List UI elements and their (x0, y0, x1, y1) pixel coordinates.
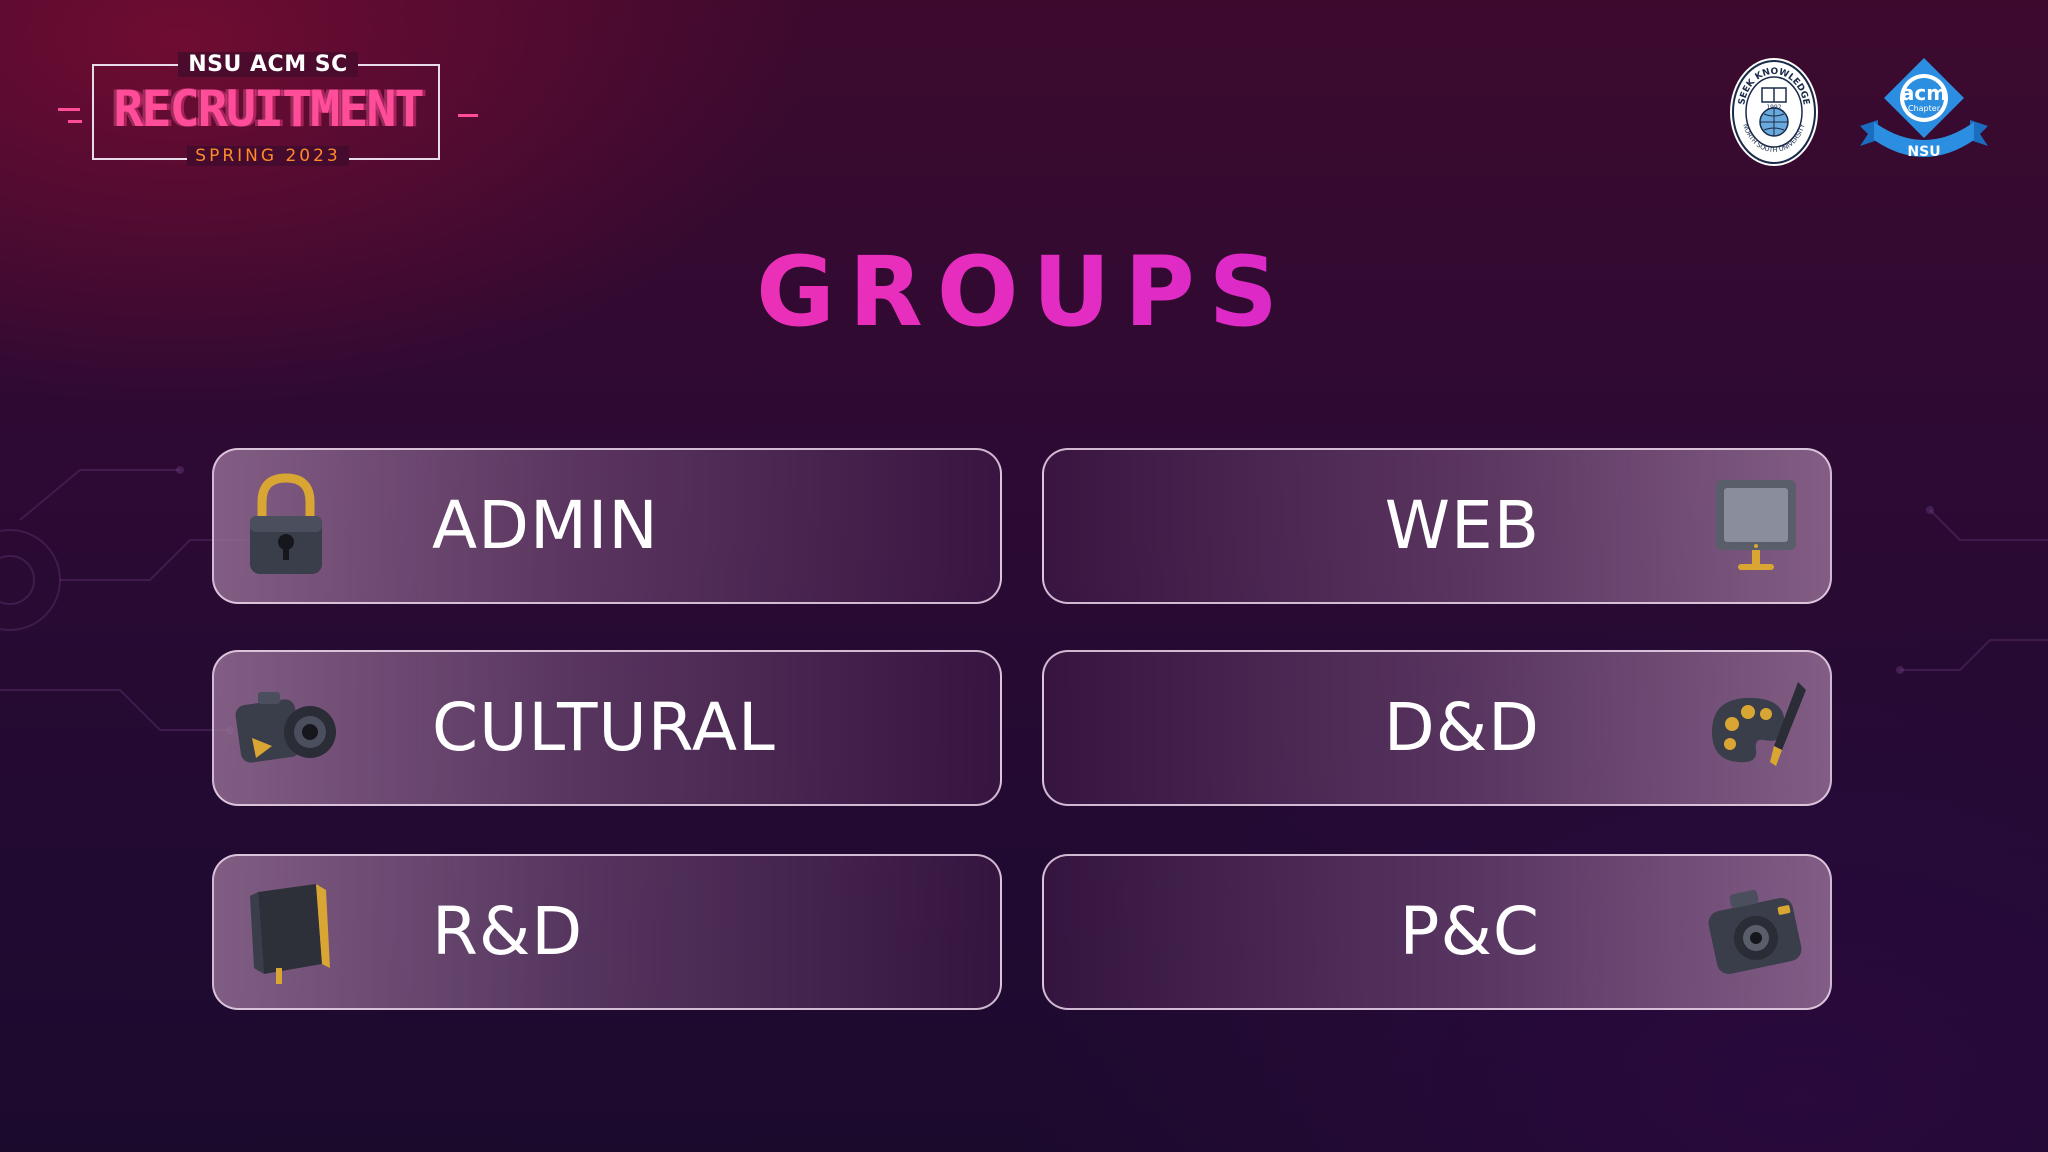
group-card-rnd[interactable]: R&D (212, 854, 1002, 1010)
group-card-pnc[interactable]: P&C (1042, 854, 1832, 1010)
badge-org: NSU ACM SC (178, 52, 358, 77)
group-card-web[interactable]: WEB (1042, 448, 1832, 604)
book-icon (250, 884, 330, 984)
paint-palette-icon (1712, 682, 1806, 766)
video-camera-icon (235, 692, 336, 763)
acm-ribbon-text: NSU (1907, 144, 1940, 160)
recruitment-badge: NSU ACM SC RECRUITMENT SPRING 2023 (58, 52, 478, 166)
photo-camera-icon (1708, 889, 1802, 975)
badge-headline: RECRUITMENT (113, 80, 424, 138)
university-seal-logo: SEEK KNOWLEDGE NORTH SOUTH UNIVERSITY 19… (1730, 58, 1818, 166)
group-label: WEB (1384, 487, 1540, 564)
padlock-icon (250, 473, 322, 574)
seal-year: 1992 (1766, 104, 1781, 111)
group-label: D&D (1383, 689, 1540, 766)
group-label: R&D (432, 893, 584, 970)
group-card-dnd[interactable]: D&D (1042, 650, 1832, 806)
page-title: GROUPS (0, 236, 2048, 348)
group-label: CULTURAL (432, 689, 776, 766)
badge-season: SPRING 2023 (187, 146, 349, 166)
acm-chapter-logo: acm Chapter NSU (1860, 58, 1988, 160)
group-label: P&C (1399, 893, 1540, 970)
group-card-admin[interactable]: ADMIN (212, 448, 1002, 604)
acm-chapter-text: Chapter (1908, 104, 1941, 113)
group-label: ADMIN (432, 487, 659, 564)
monitor-icon (1716, 480, 1796, 570)
group-card-cultural[interactable]: CULTURAL (212, 650, 1002, 806)
acm-text: acm (1901, 81, 1947, 105)
